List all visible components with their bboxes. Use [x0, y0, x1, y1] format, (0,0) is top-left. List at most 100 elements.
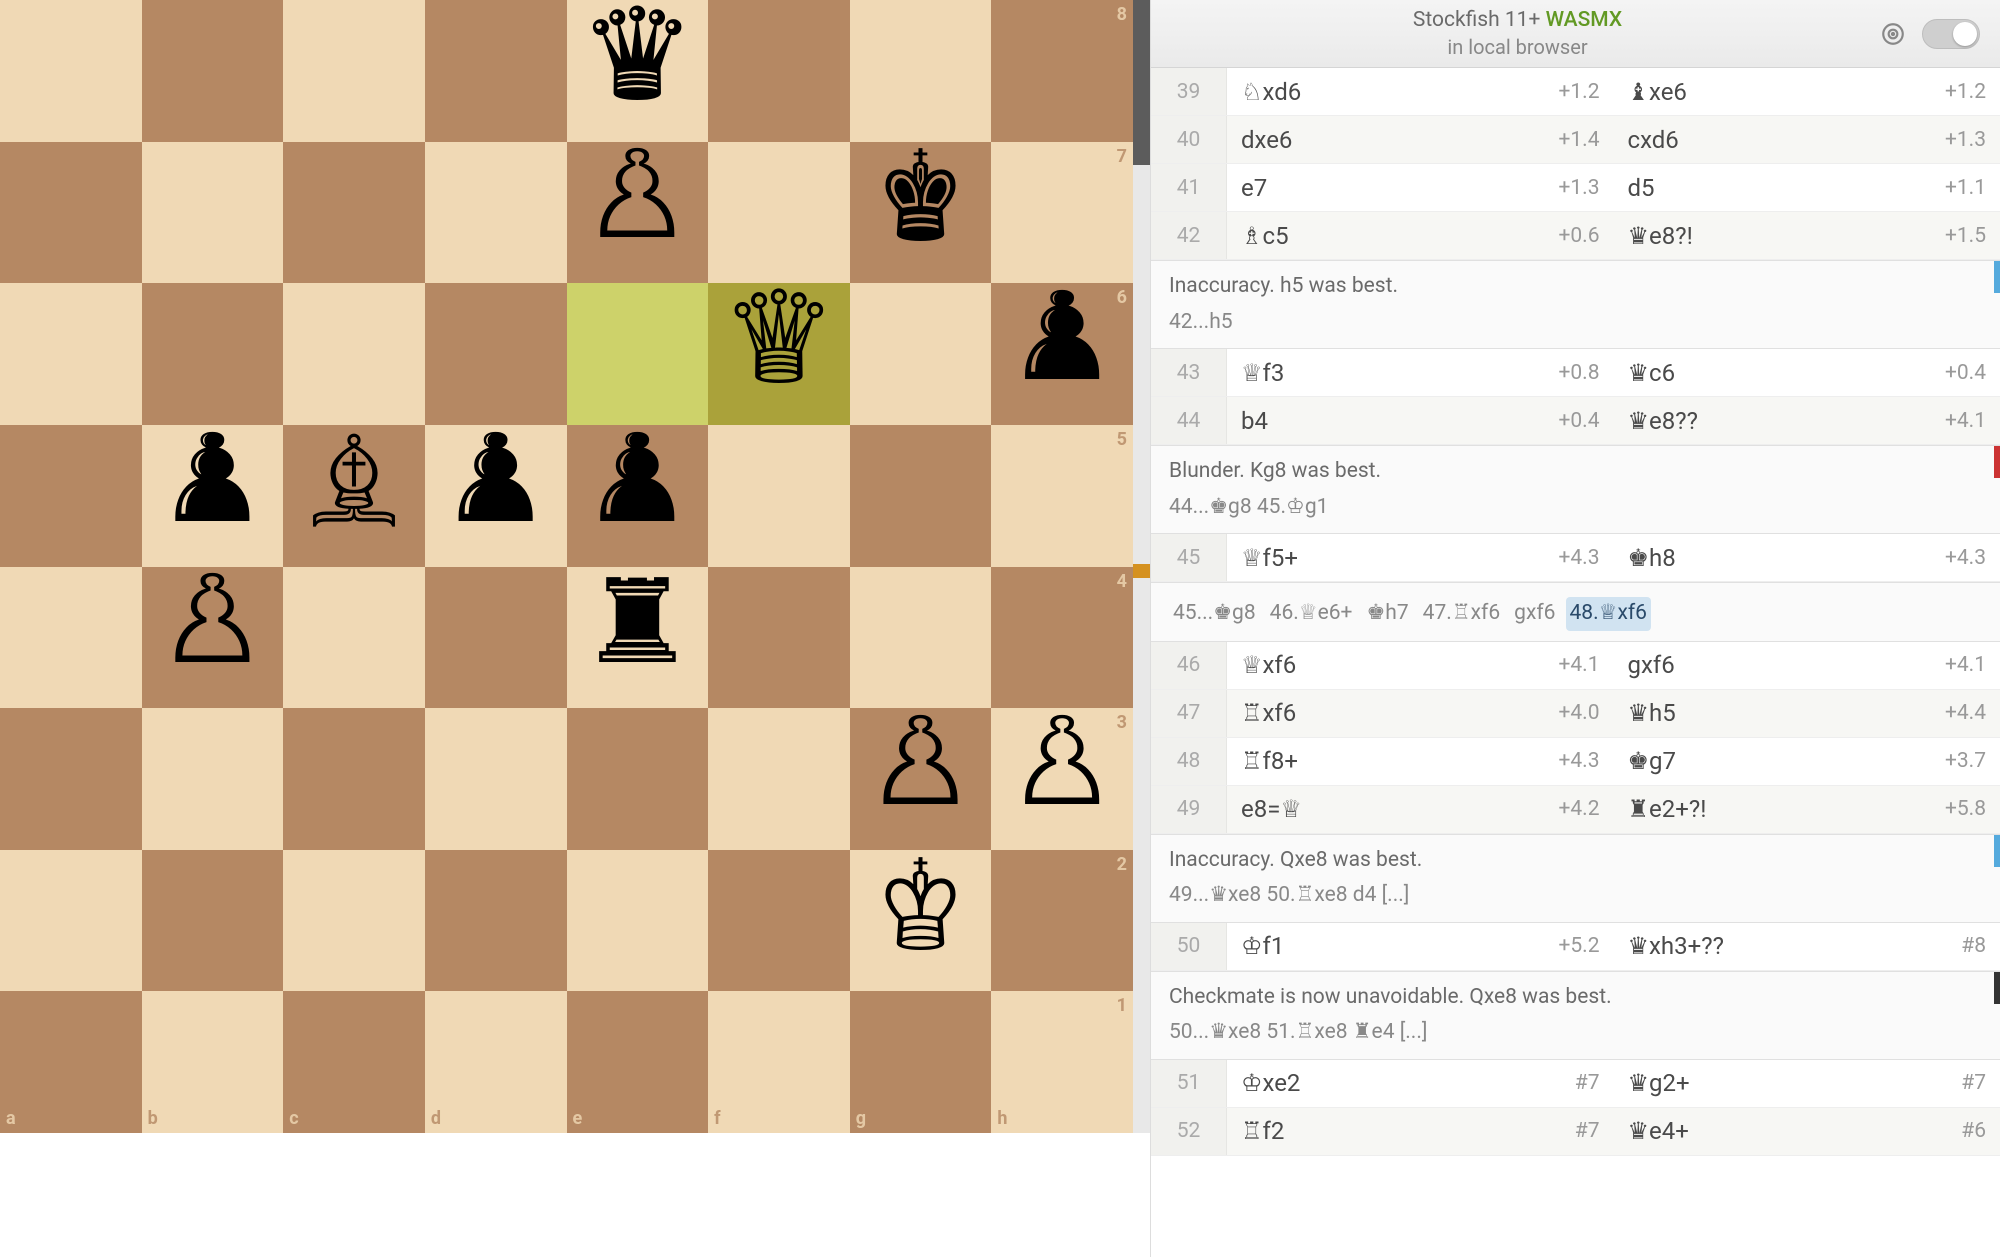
square-g5[interactable]	[850, 425, 992, 567]
piece[interactable]: ♙	[991, 708, 1133, 850]
variation-line[interactable]: 44...♚g8 45.♔g1	[1169, 492, 1982, 524]
engine-toggle[interactable]	[1922, 19, 1980, 49]
black-move[interactable]: d5+1.1	[1614, 164, 2000, 211]
piece[interactable]: ♙	[142, 567, 284, 709]
white-move[interactable]: ♗c5+0.6	[1227, 212, 1614, 259]
piece[interactable]: ♗	[283, 425, 425, 567]
square-g1[interactable]: g	[850, 991, 992, 1133]
black-move[interactable]: ♛xh3+??#8	[1614, 923, 2000, 970]
variation-move[interactable]: 47.♖xf6	[1419, 597, 1505, 631]
square-a8[interactable]	[0, 0, 142, 142]
square-d1[interactable]: d	[425, 991, 567, 1133]
square-a5[interactable]	[0, 425, 142, 567]
square-b2[interactable]	[142, 850, 284, 992]
white-move[interactable]: ♘xd6+1.2	[1227, 68, 1614, 115]
square-b1[interactable]: b	[142, 991, 284, 1133]
white-move[interactable]: ♖f8++4.3	[1227, 738, 1614, 785]
piece[interactable]: ♟	[991, 283, 1133, 425]
variation-line[interactable]: 49...♛xe8 50.♖xe8 d4 [...]	[1169, 880, 1982, 912]
white-move[interactable]: dxe6+1.4	[1227, 116, 1614, 163]
black-move[interactable]: ♚h8+4.3	[1614, 534, 2000, 581]
square-e7[interactable]: ♙	[567, 142, 709, 284]
square-b4[interactable]: ♙	[142, 567, 284, 709]
square-f8[interactable]	[708, 0, 850, 142]
square-h2[interactable]: 2	[991, 850, 1133, 992]
square-b7[interactable]	[142, 142, 284, 284]
square-a6[interactable]	[0, 283, 142, 425]
square-a4[interactable]	[0, 567, 142, 709]
white-move[interactable]: ♕xf6+4.1	[1227, 642, 1614, 689]
square-c8[interactable]	[283, 0, 425, 142]
square-d7[interactable]	[425, 142, 567, 284]
square-d3[interactable]	[425, 708, 567, 850]
white-move[interactable]: e7+1.3	[1227, 164, 1614, 211]
variation-move[interactable]: gxf6	[1510, 597, 1559, 631]
square-h3[interactable]: ♙3	[991, 708, 1133, 850]
white-move[interactable]: b4+0.4	[1227, 397, 1614, 444]
square-a2[interactable]	[0, 850, 142, 992]
piece[interactable]: ♙	[567, 142, 709, 284]
engine-settings-icon[interactable]	[1880, 21, 1906, 47]
square-c1[interactable]: c	[283, 991, 425, 1133]
white-move[interactable]: ♖f2#7	[1227, 1108, 1614, 1155]
square-h5[interactable]: 5	[991, 425, 1133, 567]
black-move[interactable]: ♛e8??+4.1	[1614, 397, 2000, 444]
black-move[interactable]: ♚g7+3.7	[1614, 738, 2000, 785]
square-g7[interactable]: ♚	[850, 142, 992, 284]
black-move[interactable]: ♛e4+#6	[1614, 1108, 2000, 1155]
square-b8[interactable]	[142, 0, 284, 142]
square-h6[interactable]: ♟6	[991, 283, 1133, 425]
square-h1[interactable]: 1h	[991, 991, 1133, 1133]
square-d2[interactable]	[425, 850, 567, 992]
white-move[interactable]: ♔f1+5.2	[1227, 923, 1614, 970]
white-move[interactable]: e8=♕+4.2	[1227, 786, 1614, 833]
black-move[interactable]: ♝xe6+1.2	[1614, 68, 2000, 115]
variation-line[interactable]: 50...♛xe8 51.♖xe8 ♜e4 [...]	[1169, 1017, 1982, 1049]
square-d8[interactable]	[425, 0, 567, 142]
square-c3[interactable]	[283, 708, 425, 850]
square-e2[interactable]	[567, 850, 709, 992]
square-c5[interactable]: ♗	[283, 425, 425, 567]
square-a3[interactable]	[0, 708, 142, 850]
square-f5[interactable]	[708, 425, 850, 567]
square-b3[interactable]	[142, 708, 284, 850]
square-e1[interactable]: e	[567, 991, 709, 1133]
square-a7[interactable]	[0, 142, 142, 284]
chess-board[interactable]: ♛8♙♚7♕♟6♟♗♟♟5♙♜4♙♙3♔2abcdefg1h	[0, 0, 1133, 1133]
square-a1[interactable]: a	[0, 991, 142, 1133]
square-g2[interactable]: ♔	[850, 850, 992, 992]
square-d5[interactable]: ♟	[425, 425, 567, 567]
variation-move[interactable]: 46.♕e6+	[1266, 597, 1357, 631]
white-move[interactable]: ♕f5++4.3	[1227, 534, 1614, 581]
square-f4[interactable]	[708, 567, 850, 709]
black-move[interactable]: ♜e2+?!+5.8	[1614, 786, 2000, 833]
variation-line[interactable]: 42...h5	[1169, 307, 1982, 339]
square-c7[interactable]	[283, 142, 425, 284]
square-c4[interactable]	[283, 567, 425, 709]
white-move[interactable]: ♔xe2#7	[1227, 1060, 1614, 1107]
variation-move[interactable]: 48.♕xf6	[1566, 597, 1652, 631]
black-move[interactable]: ♛c6+0.4	[1614, 349, 2000, 396]
black-move[interactable]: ♛e8?!+1.5	[1614, 212, 2000, 259]
white-move[interactable]: ♖xf6+4.0	[1227, 690, 1614, 737]
black-move[interactable]: ♛g2+#7	[1614, 1060, 2000, 1107]
piece[interactable]: ♕	[708, 283, 850, 425]
piece[interactable]: ♜	[567, 567, 709, 709]
square-d4[interactable]	[425, 567, 567, 709]
move-list[interactable]: 39♘xd6+1.2♝xe6+1.240dxe6+1.4cxd6+1.341e7…	[1151, 68, 2000, 1257]
square-g6[interactable]	[850, 283, 992, 425]
square-f3[interactable]	[708, 708, 850, 850]
square-e3[interactable]	[567, 708, 709, 850]
black-move[interactable]: gxf6+4.1	[1614, 642, 2000, 689]
piece[interactable]: ♟	[425, 425, 567, 567]
white-move[interactable]: ♕f3+0.8	[1227, 349, 1614, 396]
square-e4[interactable]: ♜	[567, 567, 709, 709]
square-h8[interactable]: 8	[991, 0, 1133, 142]
square-f2[interactable]	[708, 850, 850, 992]
piece[interactable]: ♚	[850, 142, 992, 284]
variation-move[interactable]: ♚h7	[1362, 597, 1412, 631]
black-move[interactable]: cxd6+1.3	[1614, 116, 2000, 163]
square-f6[interactable]: ♕	[708, 283, 850, 425]
piece[interactable]: ♔	[850, 850, 992, 992]
variation-move[interactable]: 45...♚g8	[1169, 597, 1260, 631]
